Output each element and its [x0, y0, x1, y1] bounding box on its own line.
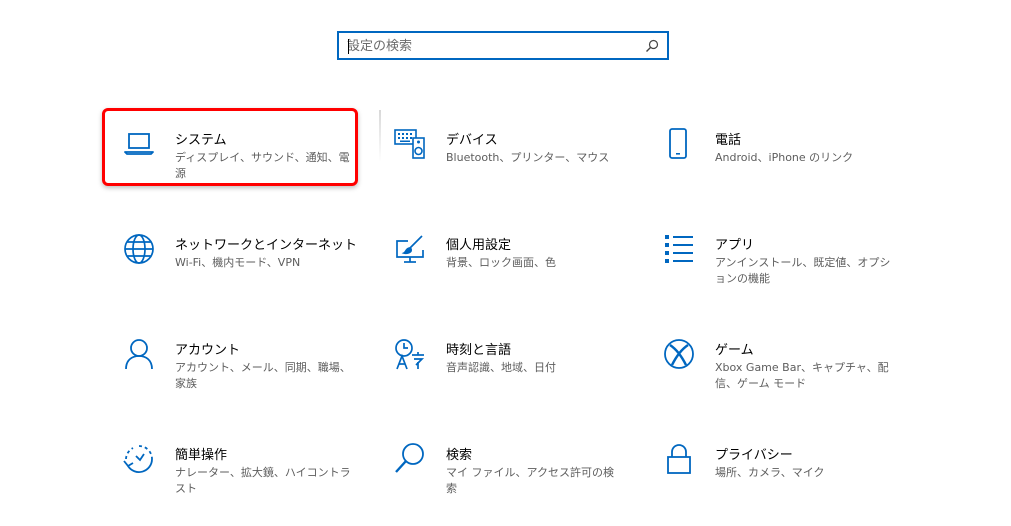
- tile-hover-shadow: [379, 110, 381, 162]
- tile-description: Bluetooth、プリンター、マウス: [446, 151, 610, 164]
- settings-tile-accounts[interactable]: アカウント アカウント、メール、同期、職場、家族: [123, 338, 363, 408]
- tile-title: 検索: [446, 448, 473, 463]
- tile-description: Android、iPhone のリンク: [715, 151, 854, 164]
- tile-description: 音声認識、地域、日付: [446, 361, 556, 374]
- settings-tile-time-language[interactable]: 時刻と言語 音声認識、地域、日付: [394, 338, 634, 408]
- tile-title: ネットワークとインターネット: [175, 238, 358, 253]
- search-input[interactable]: [347, 35, 637, 57]
- tile-title: 電話: [715, 133, 742, 148]
- tile-description: 背景、ロック画面、色: [446, 256, 556, 269]
- brush-monitor-icon: [394, 233, 426, 265]
- tile-description: ナレーター、拡大鏡、ハイコントラスト: [175, 466, 351, 495]
- highlight-box: [102, 108, 358, 186]
- keyboard-speaker-icon: [394, 128, 426, 160]
- time-language-icon: [394, 338, 426, 370]
- tile-title: 個人用設定: [446, 238, 512, 253]
- tile-title: 簡単操作: [175, 448, 228, 463]
- xbox-icon: [663, 338, 695, 370]
- tile-description: マイ ファイル、アクセス許可の検索: [446, 466, 614, 495]
- tile-title: デバイス: [446, 133, 498, 148]
- tile-description: アンインストール、既定値、オプションの機能: [715, 256, 891, 285]
- settings-tile-privacy[interactable]: プライバシー 場所、カメラ、マイク: [663, 443, 903, 513]
- search-box[interactable]: [337, 31, 669, 60]
- tile-title: アカウント: [175, 343, 241, 358]
- search-icon[interactable]: [645, 39, 659, 53]
- globe-icon: [123, 233, 155, 265]
- phone-icon: [663, 128, 695, 160]
- settings-tile-network[interactable]: ネットワークとインターネット Wi-Fi、機内モード、VPN: [123, 233, 363, 303]
- settings-tile-gaming[interactable]: ゲーム Xbox Game Bar、キャプチャ、配信、ゲーム モード: [663, 338, 903, 408]
- settings-tile-apps[interactable]: アプリ アンインストール、既定値、オプションの機能: [663, 233, 903, 303]
- ease-of-access-icon: [123, 443, 155, 475]
- settings-tile-personalization[interactable]: 個人用設定 背景、ロック画面、色: [394, 233, 634, 303]
- magnifier-icon: [394, 443, 426, 475]
- tile-title: プライバシー: [715, 448, 793, 463]
- text-caret: [348, 39, 349, 54]
- tile-title: アプリ: [715, 238, 755, 253]
- tile-title: ゲーム: [715, 343, 754, 358]
- settings-tile-ease-of-access[interactable]: 簡単操作 ナレーター、拡大鏡、ハイコントラスト: [123, 443, 363, 513]
- tile-description: アカウント、メール、同期、職場、家族: [175, 361, 351, 390]
- app-list-icon: [663, 233, 695, 265]
- tile-title: 時刻と言語: [446, 343, 512, 358]
- lock-icon: [663, 443, 695, 475]
- tile-description: Wi-Fi、機内モード、VPN: [175, 256, 301, 269]
- tile-description: 場所、カメラ、マイク: [715, 466, 825, 479]
- person-icon: [123, 338, 155, 370]
- settings-tile-devices[interactable]: デバイス Bluetooth、プリンター、マウス: [394, 128, 634, 198]
- settings-tile-phone[interactable]: 電話 Android、iPhone のリンク: [663, 128, 903, 198]
- settings-tile-search[interactable]: 検索 マイ ファイル、アクセス許可の検索: [394, 443, 634, 513]
- tile-description: Xbox Game Bar、キャプチャ、配信、ゲーム モード: [715, 361, 889, 390]
